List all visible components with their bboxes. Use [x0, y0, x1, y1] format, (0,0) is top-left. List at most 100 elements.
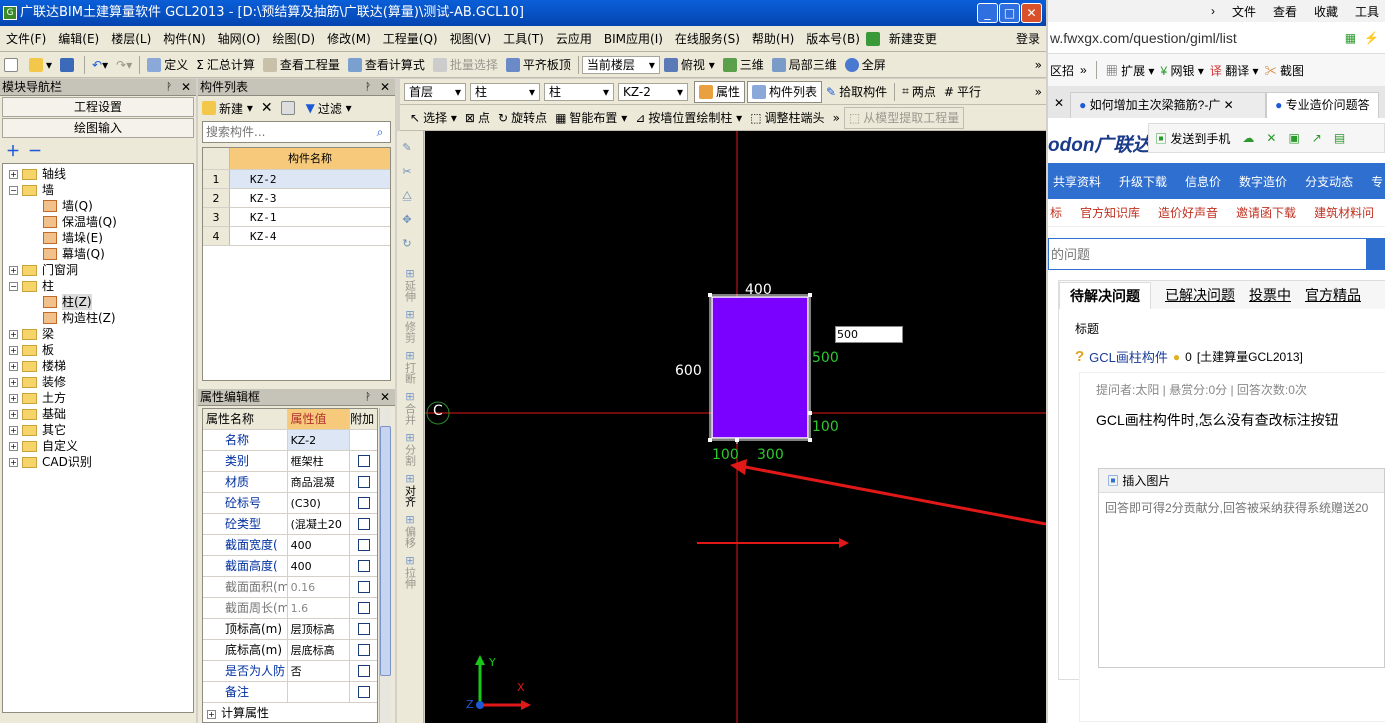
expand-icon[interactable]: ✕: [1266, 131, 1276, 145]
menu-item[interactable]: 文件(F): [0, 30, 52, 47]
view-mode-button[interactable]: 俯视 ▾: [660, 54, 719, 76]
menu-item[interactable]: 工程量(Q): [377, 30, 444, 47]
draw-by-wall-button[interactable]: ⊿ 按墙位置绘制柱 ▾: [631, 107, 746, 129]
flat-top-button[interactable]: 平齐板顶: [502, 54, 575, 76]
attach-checkbox[interactable]: [357, 539, 370, 551]
tree-item[interactable]: + 其它: [3, 422, 193, 438]
expand-icon[interactable]: +: [9, 441, 18, 451]
menu-item[interactable]: BIM应用(I): [598, 30, 669, 47]
menu-item[interactable]: 构件(N): [157, 30, 211, 47]
toolbar-overflow-button[interactable]: »: [1031, 81, 1046, 103]
site-subnav-item[interactable]: 建筑材料问: [1314, 204, 1374, 221]
collapse-all-icon[interactable]: －: [28, 141, 42, 161]
close-button[interactable]: ✕: [1021, 3, 1042, 23]
properties-toggle[interactable]: 属性: [694, 80, 746, 103]
table-row[interactable]: 3 KZ-1: [203, 208, 390, 227]
view-quantity-button[interactable]: 查看工程量: [259, 54, 344, 76]
site-subnav-item[interactable]: 邀请函下载: [1236, 204, 1296, 221]
floor-select[interactable]: 首层 ▾: [404, 82, 466, 101]
browser-menu-item[interactable]: 查看: [1273, 3, 1297, 20]
close-icon[interactable]: ✕: [1224, 98, 1234, 112]
pin-icon[interactable]: ᚹ: [365, 389, 371, 406]
attach-checkbox[interactable]: [357, 581, 370, 593]
attach-checkbox[interactable]: [357, 602, 370, 614]
adjust-end-button[interactable]: ⬚ 调整柱端头: [746, 107, 828, 129]
site-nav-item[interactable]: 共享资料: [1053, 173, 1101, 190]
share-icon[interactable]: ↗: [1312, 131, 1322, 145]
site-nav-item[interactable]: 分支动态: [1305, 173, 1353, 190]
menu-item[interactable]: 绘图(D): [266, 30, 321, 47]
property-value[interactable]: 否: [288, 661, 351, 681]
tree-item[interactable]: − 墙: [3, 182, 193, 198]
dim-bottom-offset-label[interactable]: 100: [812, 419, 839, 435]
property-row[interactable]: 类别 框架柱: [203, 451, 377, 472]
floor-mode-select[interactable]: 当前楼层 ▾: [581, 55, 660, 74]
expand-icon[interactable]: +: [9, 409, 18, 419]
expand-icon[interactable]: +: [9, 169, 18, 179]
insert-image-button[interactable]: ▣ 插入图片: [1099, 469, 1384, 493]
expand-icon[interactable]: +: [9, 345, 18, 355]
select-button[interactable]: ↖ 选择 ▾: [406, 107, 461, 129]
tab-resolved-questions[interactable]: 已解决问题: [1165, 285, 1235, 309]
property-value[interactable]: 框架柱: [288, 451, 351, 471]
property-scrollbar[interactable]: [379, 408, 391, 723]
menu-item[interactable]: 楼层(L): [105, 30, 157, 47]
search-button[interactable]: [1366, 239, 1384, 269]
attach-checkbox[interactable]: [357, 497, 370, 509]
question-link[interactable]: GCL画柱构件: [1089, 347, 1168, 366]
expand-icon[interactable]: +: [9, 265, 18, 275]
login-button[interactable]: 登录: [1010, 30, 1046, 47]
attach-checkbox[interactable]: [357, 623, 370, 635]
side-tool-button[interactable]: ⊞ 对齐: [400, 472, 420, 507]
property-value[interactable]: 1.6: [288, 598, 351, 618]
fav-item[interactable]: ¥ 网银 ▾: [1160, 62, 1203, 79]
component-select[interactable]: KZ-2 ▾: [618, 82, 688, 101]
table-row[interactable]: 4 KZ-4: [203, 227, 390, 246]
rotate-icon[interactable]: ↻: [397, 237, 417, 261]
qr-icon[interactable]: ▦: [1345, 31, 1356, 45]
property-row[interactable]: 材质 商品混凝: [203, 472, 377, 493]
attach-checkbox[interactable]: [357, 644, 370, 656]
property-value[interactable]: 层顶标高: [288, 619, 351, 639]
tree-item[interactable]: + 装修: [3, 374, 193, 390]
move-icon[interactable]: ✥: [397, 213, 417, 237]
expand-all-icon[interactable]: ＋: [6, 141, 20, 161]
property-row[interactable]: 截面面积(m 0.16: [203, 577, 377, 598]
menu-item[interactable]: 修改(M): [321, 30, 377, 47]
close-icon[interactable]: ✕: [380, 79, 390, 96]
delete-button[interactable]: ✕: [257, 97, 277, 119]
close-icon[interactable]: ✕: [181, 79, 191, 96]
pin-icon[interactable]: ᚹ: [365, 79, 371, 96]
maximize-button[interactable]: □: [999, 3, 1020, 23]
answer-textarea[interactable]: [1099, 493, 1384, 663]
fav-item[interactable]: ✂ 截图: [1265, 62, 1304, 79]
tree-item[interactable]: + 自定义: [3, 438, 193, 454]
property-row[interactable]: 砼标号 (C30): [203, 493, 377, 514]
component-list-toggle[interactable]: 构件列表: [747, 80, 823, 103]
redo-button[interactable]: ↷ ▾: [112, 54, 136, 76]
property-value[interactable]: 400: [288, 535, 351, 555]
expand-icon[interactable]: +: [9, 393, 18, 403]
property-row[interactable]: 是否为人防否: [203, 661, 377, 682]
send-to-phone-button[interactable]: ▣ 发送到手机: [1155, 130, 1230, 147]
menu-item[interactable]: 轴网(O): [212, 30, 267, 47]
drawing-input-button[interactable]: 绘图输入: [2, 118, 194, 138]
view-formula-button[interactable]: 查看计算式: [344, 54, 429, 76]
tree-item[interactable]: + CAD识别: [3, 454, 193, 470]
rotate-point-button[interactable]: ↻ 旋转点: [494, 107, 551, 129]
fav-item[interactable]: 译 翻译 ▾: [1210, 62, 1259, 79]
attach-checkbox[interactable]: [357, 455, 370, 467]
fav-item[interactable]: 区招: [1050, 62, 1074, 79]
property-value[interactable]: (混凝土20: [288, 514, 351, 534]
side-tool-button[interactable]: ⊞ 修剪: [400, 308, 420, 343]
component-search-input[interactable]: [203, 122, 370, 142]
extract-quantity-button[interactable]: ⬚ 从模型提取工程量: [843, 106, 965, 129]
tree-item[interactable]: − 柱: [3, 278, 193, 294]
tree-item[interactable]: 墙垛(E): [3, 230, 193, 246]
new-file-button[interactable]: [0, 54, 25, 76]
site-subnav-item[interactable]: 造价好声音: [1158, 204, 1218, 221]
tree-item[interactable]: 保温墙(Q): [3, 214, 193, 230]
fullscreen-button[interactable]: 全屏: [841, 54, 890, 76]
site-subnav-item[interactable]: 官方知识库: [1080, 204, 1140, 221]
scissors-icon[interactable]: ✂: [397, 165, 417, 189]
